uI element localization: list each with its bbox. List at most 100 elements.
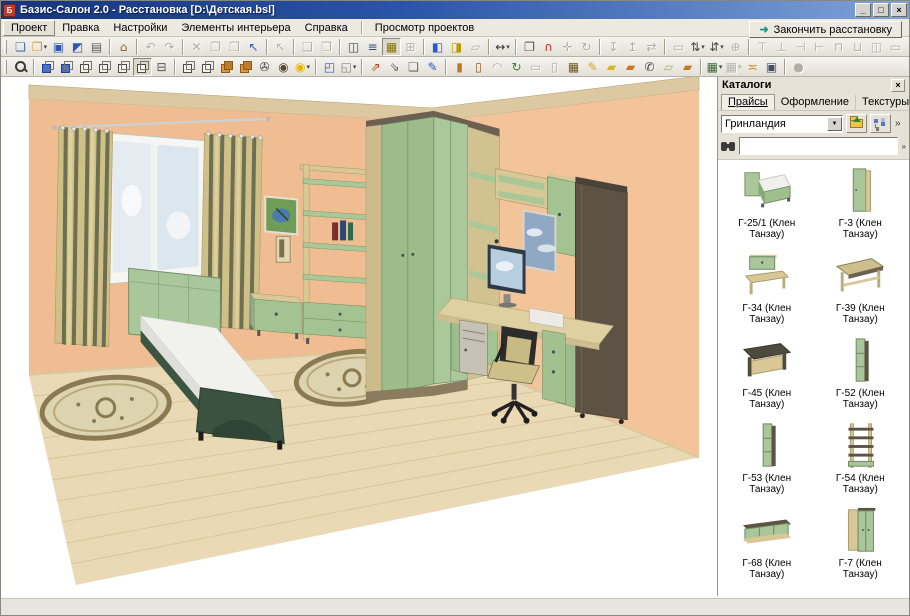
wireframe-mode-button[interactable] xyxy=(179,58,198,76)
wall-poster[interactable] xyxy=(524,210,556,272)
textured-mode-button[interactable] xyxy=(236,58,255,76)
pencil-material-button[interactable]: ✎ xyxy=(583,58,602,76)
attach-object-button: ⊕ xyxy=(726,38,745,56)
view-top-button[interactable] xyxy=(114,58,133,76)
toolbar-separator xyxy=(488,39,490,55)
view-right-button[interactable] xyxy=(95,58,114,76)
plank-object-button[interactable]: ▰ xyxy=(678,58,697,76)
catalog-item[interactable]: Г-7 (Клен Танзау) xyxy=(814,506,908,580)
save-project-button[interactable]: ▣ xyxy=(49,38,68,56)
align-right-button: ⊢ xyxy=(810,38,829,56)
catalog-select[interactable]: Гринландия ▼ xyxy=(721,115,843,133)
apply-material-button[interactable]: ↻ xyxy=(507,58,526,76)
load-catalog-button[interactable] xyxy=(846,114,867,133)
bedside-cabinet[interactable] xyxy=(250,293,302,339)
toolbar-grip[interactable] xyxy=(4,60,7,74)
phone-object-button[interactable]: ✆ xyxy=(640,58,659,76)
lighting-button[interactable]: ◉▾ xyxy=(293,58,312,76)
view-back-button[interactable] xyxy=(57,58,76,76)
catalog-item[interactable]: Г-25/1 (Клен Танзау) xyxy=(720,166,814,240)
ruler-marks-button[interactable]: ≍ xyxy=(743,58,762,76)
close-button[interactable]: × xyxy=(891,3,907,17)
catalog-item[interactable]: Г-53 (Клен Танзау) xyxy=(720,421,814,495)
level-order-button[interactable]: ⇵▾ xyxy=(707,38,726,56)
export-image-button[interactable]: ◩ xyxy=(68,38,87,56)
frame-horizontal-button: ▭ xyxy=(526,58,545,76)
tab-design[interactable]: Оформление xyxy=(775,95,856,110)
board-material-button[interactable]: ▰ xyxy=(621,58,640,76)
wall-picture[interactable] xyxy=(265,197,297,235)
select-dropdown-arrow-icon[interactable]: ▼ xyxy=(827,117,842,131)
door-object-button[interactable]: ▮ xyxy=(450,58,469,76)
menu-edit[interactable]: Правка xyxy=(55,21,106,35)
menu-view-projects[interactable]: Просмотр проектов xyxy=(368,21,481,35)
snapshot-camera-button[interactable]: ◉ xyxy=(274,58,293,76)
tree-view-button[interactable] xyxy=(870,114,891,133)
view-properties-button[interactable]: ◧ xyxy=(428,38,447,56)
menu-project[interactable]: Проект xyxy=(3,20,55,36)
menu-help[interactable]: Справка xyxy=(298,21,355,35)
view-axonometry-button[interactable] xyxy=(133,58,152,76)
pc-tower[interactable] xyxy=(460,320,488,376)
catalog-item[interactable]: Г-34 (Клен Танзау) xyxy=(720,251,814,325)
open-project-button[interactable]: ❐▾ xyxy=(30,38,49,56)
catalog-search-input[interactable] xyxy=(739,137,898,155)
stack-order-button[interactable]: ⇅▾ xyxy=(688,38,707,56)
catalog-item[interactable]: Г-68 (Клен Танзау) xyxy=(720,506,814,580)
tab-textures[interactable]: Текстуры xyxy=(856,95,910,110)
price-table-button[interactable]: ▦ xyxy=(382,38,401,56)
place-object-button[interactable]: ⇘ xyxy=(385,58,404,76)
view-front-button[interactable] xyxy=(38,58,57,76)
hidden-lines-mode-button[interactable] xyxy=(198,58,217,76)
add-wall-icon: ◰ xyxy=(324,61,335,73)
tab-pricelists[interactable]: Прайсы xyxy=(721,94,775,110)
fence-pattern-button[interactable]: ▦ xyxy=(564,58,583,76)
section-view-button[interactable]: ⊟ xyxy=(152,58,171,76)
catalog-item[interactable]: Г-45 (Клен Танзау) xyxy=(720,336,814,410)
hint-monitor-button[interactable]: ▣ xyxy=(762,58,781,76)
add-opening-button[interactable]: ◱▾ xyxy=(339,58,358,76)
edit-links-button[interactable]: ✎ xyxy=(423,58,442,76)
material-properties-button[interactable]: ◨ xyxy=(447,38,466,56)
maximize-button[interactable]: □ xyxy=(873,3,889,17)
plate-object-button[interactable]: ▱ xyxy=(659,58,678,76)
object-list-button[interactable]: ≡ xyxy=(363,38,382,56)
window-object-button[interactable]: ▯ xyxy=(469,58,488,76)
clone-object-button[interactable]: ❐ xyxy=(520,38,539,56)
add-wall-button[interactable]: ◰ xyxy=(320,58,339,76)
catalog-item[interactable]: Г-3 (Клен Танзау) xyxy=(814,166,908,240)
project-structure-button[interactable]: ◫ xyxy=(344,38,363,56)
menu-interior-elements[interactable]: Элементы интерьера xyxy=(174,21,297,35)
menu-settings[interactable]: Настройки xyxy=(106,21,174,35)
object-card-button[interactable]: ❏ xyxy=(404,58,423,76)
dimensions-button[interactable]: ↔▾ xyxy=(493,38,512,56)
wall-phone[interactable] xyxy=(276,236,290,262)
catalog-item[interactable]: Г-52 (Клен Танзау) xyxy=(814,336,908,410)
walkthrough-mode-button[interactable]: ⇗ xyxy=(366,58,385,76)
view-left-button[interactable] xyxy=(76,58,95,76)
eraser-material-button[interactable]: ▰ xyxy=(602,58,621,76)
redo-button: ↷ xyxy=(160,38,179,56)
panel-overflow-chevron[interactable]: » xyxy=(895,118,901,129)
zoom-view-button[interactable] xyxy=(11,58,30,76)
catalog-item[interactable]: Г-39 (Клен Танзау) xyxy=(814,251,908,325)
search-overflow-chevron[interactable]: » xyxy=(902,142,906,151)
select-mode-button[interactable]: ↖ xyxy=(244,38,263,56)
finish-arrangement-button[interactable]: ➜ Закончить расстановку xyxy=(749,21,902,38)
price-grid-button[interactable]: ▦▾ xyxy=(705,58,724,76)
minimize-button[interactable]: _ xyxy=(855,3,871,17)
undo-icon: ↶ xyxy=(145,41,155,53)
scene-viewport[interactable] xyxy=(1,77,717,596)
solid-mode-button[interactable] xyxy=(217,58,236,76)
panel-close-button[interactable]: × xyxy=(891,79,905,92)
window[interactable] xyxy=(105,133,207,284)
pointer-mode-icon: ↖ xyxy=(275,41,285,53)
print-button[interactable]: ▤ xyxy=(87,38,106,56)
projector-light-button[interactable]: ✇ xyxy=(255,58,274,76)
toolbar-grip[interactable] xyxy=(4,40,7,54)
magnet-snap-button[interactable]: ∩ xyxy=(539,38,558,56)
new-document-button[interactable]: ❏ xyxy=(11,38,30,56)
catalog-item[interactable]: Г-54 (Клен Танзау) xyxy=(814,421,908,495)
room-3d-view[interactable] xyxy=(1,77,717,596)
home-view-button[interactable]: ⌂ xyxy=(114,38,133,56)
